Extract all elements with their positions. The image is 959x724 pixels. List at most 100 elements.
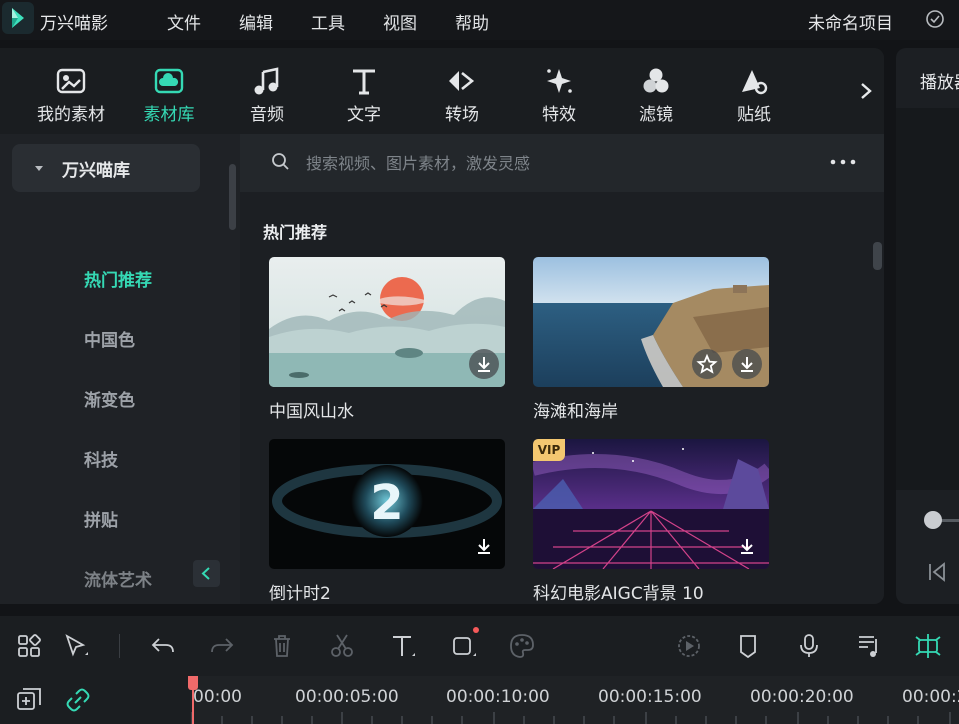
check-circle-icon[interactable] [925,9,945,29]
chevron-left-icon [201,567,210,580]
audio-list-icon[interactable] [854,631,884,661]
section-title: 热门推荐 [263,223,328,242]
favorite-button[interactable] [692,349,722,379]
library-content: 热门推荐 [240,134,884,604]
link-icon[interactable] [63,685,93,715]
content-scrollbar[interactable] [873,242,882,270]
media-card[interactable]: 海滩和海岸 [533,257,769,422]
search-bar [240,134,884,192]
download-button[interactable] [469,349,499,379]
cloud-library-icon [154,68,184,94]
tab-stickers[interactable]: 贴纸 [714,48,794,134]
media-panel: 我的素材 素材库 音频 文字 转场 特效 滤镜 贴纸 万兴喵库 热门推荐 中国色… [0,48,884,604]
sidebar-item-gradient[interactable]: 渐变色 [84,386,135,411]
preview-viewport [896,108,959,490]
media-card[interactable]: 中国风山水 [269,257,505,422]
playback-progress-handle[interactable] [924,511,942,529]
undo-icon[interactable] [148,631,178,661]
menu-file[interactable]: 文件 [167,9,201,34]
chevron-right-icon[interactable] [852,76,880,106]
tab-label: 贴纸 [737,105,771,125]
thumbnail[interactable]: VIP [533,439,769,569]
tab-my-media[interactable]: 我的素材 [31,48,111,134]
notification-dot [473,627,479,633]
tab-label: 我的素材 [37,105,105,125]
crop-shape-icon[interactable] [449,631,479,661]
menu-edit[interactable]: 编辑 [239,9,273,34]
thumbnail[interactable] [269,257,505,387]
collapse-sidebar-button[interactable] [193,560,220,587]
thumbnail[interactable] [533,257,769,387]
music-note-icon [254,67,279,95]
thumbnail[interactable]: 2 [269,439,505,569]
delete-icon[interactable] [267,631,297,661]
snap-magnet-icon[interactable] [913,631,943,661]
timeline-ruler[interactable]: 00:00 00:00:05:00 00:00:10:00 00:00:15:0… [0,676,959,724]
add-track-icon[interactable] [14,685,44,715]
download-button[interactable] [732,349,762,379]
sticker-icon [742,70,768,95]
tab-label: 滤镜 [639,105,673,125]
text-icon [353,69,375,95]
track-header-area [0,676,190,724]
my-media-icon [56,68,86,94]
category-title: 万兴喵库 [62,161,130,181]
playhead-handle[interactable] [188,676,198,690]
marker-icon[interactable] [733,631,763,661]
tab-filters[interactable]: 滤镜 [616,48,696,134]
card-title: 科幻电影AIGC背景 10 [533,584,704,604]
sidebar-scrollbar[interactable] [229,164,236,230]
tab-library[interactable]: 素材库 [129,48,209,134]
category-sidebar: 万兴喵库 热门推荐 中国色 渐变色 科技 拼贴 流体艺术 [0,134,240,604]
card-title: 中国风山水 [269,402,354,422]
menu-help[interactable]: 帮助 [455,9,489,34]
menu-tools[interactable]: 工具 [311,9,345,34]
microphone-icon[interactable] [794,631,824,661]
download-button[interactable] [732,531,762,561]
caret-down-icon [35,166,43,171]
media-card[interactable]: VIP 科幻电影AIGC背景 10 [533,439,769,604]
layout-grid-icon[interactable] [14,631,44,661]
ruler-tick-label: 00:00:2 [902,687,959,707]
search-icon [272,153,289,170]
previous-frame-icon[interactable] [926,560,948,584]
sidebar-item-collage[interactable]: 拼贴 [84,506,118,531]
timeline-toolbar [0,616,959,676]
star-icon [696,353,718,374]
tab-audio[interactable]: 音频 [227,48,307,134]
tab-label: 素材库 [143,105,195,125]
sidebar-item-fluid-art[interactable]: 流体艺术 [84,566,152,591]
menu-view[interactable]: 视图 [383,9,417,34]
search-input[interactable] [306,148,786,178]
download-button[interactable] [469,531,499,561]
card-title: 倒计时2 [269,584,331,604]
scissors-icon[interactable] [327,631,357,661]
select-cursor-icon[interactable] [61,631,91,661]
download-icon [741,539,753,554]
text-tool-icon[interactable] [388,631,418,661]
tab-label: 特效 [542,105,576,125]
preview-panel: 播放器 [896,48,959,604]
category-header[interactable]: 万兴喵库 [12,144,200,192]
sparkle-icon [547,69,572,93]
tab-transition[interactable]: 转场 [422,48,502,134]
ruler-tick-label: 00:00:20:00 [750,687,854,707]
sidebar-item-tech[interactable]: 科技 [84,446,118,471]
color-palette-icon[interactable] [507,631,537,661]
tab-text[interactable]: 文字 [324,48,404,134]
project-name[interactable]: 未命名项目 [808,9,893,34]
card-title: 海滩和海岸 [533,402,618,422]
filter-icon [643,68,669,93]
media-toolbar: 我的素材 素材库 音频 文字 转场 特效 滤镜 贴纸 [0,48,884,134]
more-options-icon[interactable] [828,152,858,172]
tab-label: 转场 [445,105,479,125]
tab-effects[interactable]: 特效 [519,48,599,134]
auto-play-icon[interactable] [674,631,704,661]
media-card[interactable]: 2 倒计时2 [269,439,505,604]
title-bar: 万兴喵影 文件 编辑 工具 视图 帮助 未命名项目 [0,0,959,40]
sidebar-item-hot[interactable]: 热门推荐 [84,266,152,291]
redo-icon[interactable] [207,631,237,661]
download-icon [478,539,490,554]
sidebar-item-chinese-color[interactable]: 中国色 [84,326,135,351]
vip-badge: VIP [533,439,565,461]
